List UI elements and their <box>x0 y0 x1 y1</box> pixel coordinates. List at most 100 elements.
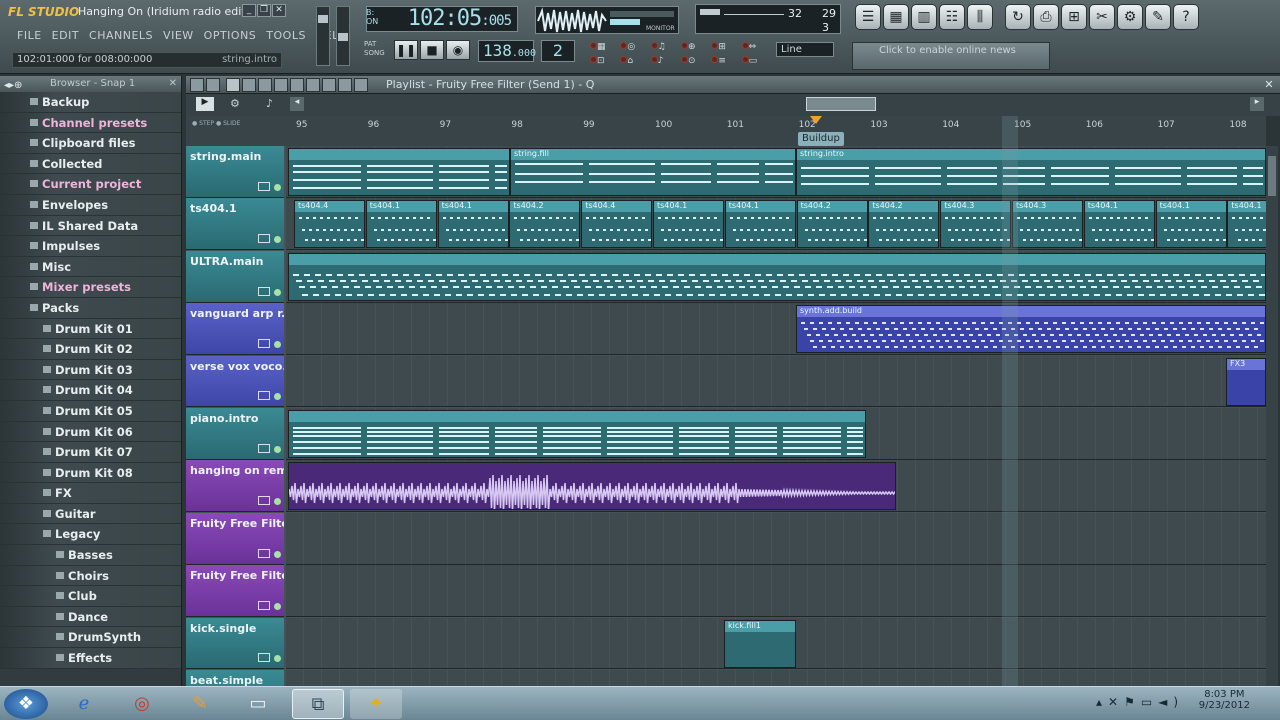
track-header[interactable]: ts404.1 <box>186 198 284 251</box>
track-header[interactable]: Fruity Free Filte... <box>186 565 284 617</box>
undo-icon[interactable]: ↻ <box>1005 4 1031 30</box>
speaker-icon[interactable] <box>354 78 368 92</box>
option-led[interactable]: ▦ <box>590 42 618 54</box>
track-header[interactable]: ULTRA.main <box>186 250 284 303</box>
slice-icon[interactable] <box>290 78 304 92</box>
fl-studio-taskbar-icon[interactable]: ✦ <box>350 689 402 719</box>
track-menu-icon[interactable] <box>258 286 270 296</box>
pattern-clip[interactable]: ts404.2 <box>868 200 940 249</box>
online-news-panel[interactable]: Click to enable online news <box>852 42 1050 70</box>
track-header[interactable]: hanging on rem... <box>186 460 284 513</box>
piano-roll-icon[interactable]: ▥ <box>911 4 937 30</box>
mode-pat-label[interactable]: PAT <box>364 40 385 49</box>
pattern-clip[interactable] <box>288 252 1266 301</box>
song-position-marker[interactable] <box>810 116 822 124</box>
browser-item[interactable]: Club <box>0 586 181 607</box>
browser-item[interactable]: Drum Kit 03 <box>0 359 181 381</box>
help-icon[interactable]: ? <box>1173 4 1199 30</box>
ie-icon[interactable]: ℯ <box>58 689 110 719</box>
browser-item[interactable]: Backup <box>0 92 181 113</box>
browser-item[interactable]: Impulses <box>0 236 181 257</box>
browser-item[interactable]: Clipboard files <box>0 133 181 154</box>
track-lane[interactable] <box>286 565 1266 617</box>
option-led[interactable]: ▭ <box>741 56 770 68</box>
browser-item[interactable]: Basses <box>0 545 181 566</box>
pattern-clip[interactable]: kick.fill1 <box>724 619 796 668</box>
track-lane[interactable] <box>286 355 1266 408</box>
pattern-clip[interactable]: FX3 <box>1226 357 1266 406</box>
tempo-display[interactable]: 138.000 <box>478 40 536 62</box>
playlist-icon[interactable]: ☰ <box>855 4 881 30</box>
pattern-clip[interactable]: ts404.1 <box>653 200 724 249</box>
track-header[interactable]: verse vox voco... <box>186 355 284 408</box>
tray-icons[interactable]: ▴✕⚑▭◄) <box>1096 695 1184 709</box>
pattern-clip[interactable]: ts404.1 <box>724 200 796 249</box>
browser-item[interactable]: Current project <box>0 174 181 195</box>
browser-item[interactable]: DrumSynth <box>0 627 181 649</box>
select-icon[interactable] <box>306 78 320 92</box>
track-enable-led[interactable] <box>274 550 281 558</box>
track-menu-icon[interactable] <box>258 391 270 401</box>
paint-icon[interactable]: ✎ <box>174 689 226 719</box>
wrench-icon[interactable]: ⚙ <box>1117 4 1143 30</box>
browser-item[interactable]: Dance <box>0 606 181 628</box>
track-header[interactable]: Fruity Free Filte... <box>186 512 284 565</box>
browser-item[interactable]: Envelopes <box>0 194 181 216</box>
delete-icon[interactable] <box>258 78 272 92</box>
master-pitch-slider[interactable] <box>336 6 350 66</box>
minimize-button[interactable]: _ <box>242 4 256 17</box>
option-led[interactable]: ⊡ <box>590 56 618 68</box>
option-led[interactable]: ≡ <box>711 56 739 68</box>
play-icon[interactable] <box>338 78 352 92</box>
browser-item[interactable]: Choirs <box>0 565 181 587</box>
pattern-clip[interactable]: ts404.4 <box>581 200 653 249</box>
scroll-left-button[interactable]: ◂ <box>290 97 304 111</box>
save-icon[interactable]: ⎙ <box>1033 4 1059 30</box>
pattern-clip[interactable]: ts404.1 <box>365 200 437 249</box>
menu-edit[interactable]: EDIT <box>47 28 84 44</box>
pattern-clip[interactable]: synth.add.build <box>796 305 1266 354</box>
option-led[interactable]: ⊕ <box>681 42 709 54</box>
timeline-ruler[interactable]: ● STEP ● SLIDE 95 96 97 98 99 100 101 102 103 104… <box>186 116 1266 146</box>
pattern-clip[interactable]: ts404.1 <box>437 200 509 249</box>
vertical-scrollbar[interactable] <box>1266 146 1278 686</box>
menu-icon[interactable] <box>190 78 204 92</box>
browser-item[interactable]: Drum Kit 08 <box>0 462 181 484</box>
pattern-clip[interactable] <box>288 410 866 458</box>
option-led[interactable]: ⇔ <box>741 42 770 54</box>
track-enable-led[interactable] <box>274 340 281 348</box>
browser-item[interactable]: Packs <box>0 297 181 319</box>
option-led[interactable]: ◎ <box>620 42 648 54</box>
menu-view[interactable]: VIEW <box>158 28 199 44</box>
track-enable-led[interactable] <box>274 236 281 244</box>
track-lane[interactable] <box>286 512 1266 565</box>
tools-icon[interactable]: ✂ <box>1089 4 1115 30</box>
system-clock[interactable]: 8:03 PM 9/23/2012 <box>1199 689 1250 711</box>
browser-icon[interactable]: ☷ <box>939 4 965 30</box>
pattern-number[interactable]: 2 <box>541 40 575 62</box>
track-menu-icon[interactable] <box>258 653 270 663</box>
track-menu-icon[interactable] <box>258 443 270 453</box>
browser-item[interactable]: Drum Kit 07 <box>0 442 181 463</box>
browser-item[interactable]: IL Shared Data <box>0 215 181 237</box>
snap-select[interactable]: Line <box>776 42 834 57</box>
master-volume-slider[interactable] <box>316 6 330 66</box>
track-header[interactable]: kick.single <box>186 617 284 670</box>
browser-item[interactable]: Collected <box>0 153 181 175</box>
restore-button[interactable]: ❐ <box>257 4 271 17</box>
pencil-icon[interactable] <box>226 78 240 92</box>
record-button[interactable]: ◉ <box>446 40 470 60</box>
track-lane[interactable] <box>286 670 1266 686</box>
browser-item[interactable]: Guitar <box>0 503 181 525</box>
track-menu-icon[interactable] <box>258 600 270 610</box>
track-enable-led[interactable] <box>274 602 281 610</box>
pause-button[interactable]: ❚❚ <box>394 40 418 60</box>
start-button[interactable]: ❖ <box>4 689 48 719</box>
track-menu-icon[interactable] <box>258 548 270 558</box>
step-sequencer-icon[interactable]: ▦ <box>883 4 909 30</box>
browser-item[interactable]: Drum Kit 01 <box>0 318 181 340</box>
notes-icon[interactable]: ✎ <box>1145 4 1171 30</box>
pattern-clip[interactable] <box>288 462 896 511</box>
stop-button[interactable]: ■ <box>420 40 444 60</box>
menu-channels[interactable]: CHANNELS <box>84 28 158 44</box>
